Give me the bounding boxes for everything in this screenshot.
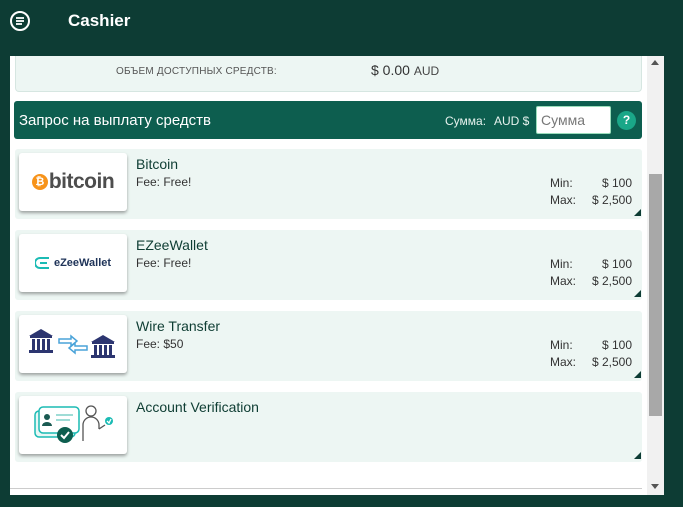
divider bbox=[10, 488, 642, 489]
balance-value: $ 0.00 AUD bbox=[371, 62, 439, 78]
method-fee: Fee: $50 bbox=[136, 337, 184, 351]
max-label: Max: bbox=[550, 274, 577, 288]
account-verification[interactable]: Account Verification bbox=[15, 392, 642, 462]
payment-method-bitcoin[interactable]: ₿ bitcoin Bitcoin Fee: Free! Min: $ 100 M… bbox=[15, 149, 642, 219]
amount-input[interactable] bbox=[536, 106, 611, 134]
cashier-content: ОБЪЕМ ДОСТУПНЫХ СРЕДСТВ: $ 0.00 AUD Запр… bbox=[10, 56, 647, 495]
amount-label: Сумма: bbox=[445, 114, 487, 128]
help-button[interactable]: ? bbox=[617, 111, 636, 130]
max-value: $ 2,500 bbox=[591, 355, 632, 369]
method-limits: Min: $ 100 Max: $ 2,500 bbox=[550, 337, 632, 371]
method-name: Bitcoin bbox=[136, 156, 179, 172]
scroll-up-arrow-icon[interactable] bbox=[651, 60, 659, 65]
balance-label: ОБЪЕМ ДОСТУПНЫХ СРЕДСТВ: bbox=[116, 66, 277, 77]
amount-currency: AUD $ bbox=[494, 114, 530, 128]
expand-corner-icon bbox=[634, 452, 641, 459]
balance-currency: AUD bbox=[413, 64, 440, 78]
max-label: Max: bbox=[550, 193, 577, 207]
scroll-down-arrow-icon[interactable] bbox=[651, 484, 659, 489]
scroll-thumb[interactable] bbox=[649, 174, 662, 416]
max-value: $ 2,500 bbox=[591, 193, 632, 207]
bank-transfer-icon bbox=[19, 315, 127, 373]
ezeewallet-mark-icon bbox=[34, 257, 49, 269]
balance-amount: $ 0.00 bbox=[371, 62, 410, 78]
method-fee: Fee: Free! bbox=[136, 256, 192, 270]
method-limits: Min: $ 100 Max: $ 2,500 bbox=[550, 256, 632, 290]
withdrawal-request-bar: Запрос на выплату средств Сумма: AUD $ ? bbox=[14, 101, 642, 139]
method-limits: Min: $ 100 Max: $ 2,500 bbox=[550, 175, 632, 209]
min-value: $ 100 bbox=[601, 257, 632, 271]
available-balance: ОБЪЕМ ДОСТУПНЫХ СРЕДСТВ: $ 0.00 AUD bbox=[15, 56, 642, 92]
ezeewallet-logo: eZeeWallet bbox=[19, 234, 127, 292]
max-label: Max: bbox=[550, 355, 577, 369]
id-verification-icon bbox=[19, 396, 127, 454]
bitcoin-logo: ₿ bitcoin bbox=[19, 153, 127, 211]
cashier-panel: ОБЪЕМ ДОСТУПНЫХ СРЕДСТВ: $ 0.00 AUD Запр… bbox=[10, 56, 664, 495]
min-label: Min: bbox=[550, 338, 573, 352]
min-value: $ 100 bbox=[601, 176, 632, 190]
method-name: Wire Transfer bbox=[136, 318, 221, 334]
payment-method-wire-transfer[interactable]: Wire Transfer Fee: $50 Min: $ 100 Max: $ 2… bbox=[15, 311, 642, 381]
vertical-scrollbar[interactable] bbox=[647, 56, 664, 495]
app-title: Cashier bbox=[68, 11, 131, 30]
method-name: EZeeWallet bbox=[136, 237, 208, 253]
menu-icon[interactable] bbox=[9, 10, 31, 32]
min-label: Min: bbox=[550, 176, 573, 190]
payment-method-ezeewallet[interactable]: eZeeWallet EZeeWallet Fee: Free! Min: $ 1… bbox=[15, 230, 642, 300]
method-name: Account Verification bbox=[136, 399, 259, 415]
method-fee: Fee: Free! bbox=[136, 175, 192, 189]
max-value: $ 2,500 bbox=[591, 274, 632, 288]
ezeewallet-logo-text: eZeeWallet bbox=[53, 257, 112, 269]
expand-corner-icon bbox=[634, 371, 641, 378]
expand-corner-icon bbox=[634, 209, 641, 216]
withdrawal-request-title: Запрос на выплату средств bbox=[19, 112, 211, 129]
top-bar: Cashier bbox=[0, 0, 683, 56]
expand-corner-icon bbox=[634, 290, 641, 297]
bitcoin-logo-text: bitcoin bbox=[48, 170, 115, 193]
min-label: Min: bbox=[550, 257, 573, 271]
bitcoin-coin-icon: ₿ bbox=[31, 174, 48, 190]
min-value: $ 100 bbox=[601, 338, 632, 352]
